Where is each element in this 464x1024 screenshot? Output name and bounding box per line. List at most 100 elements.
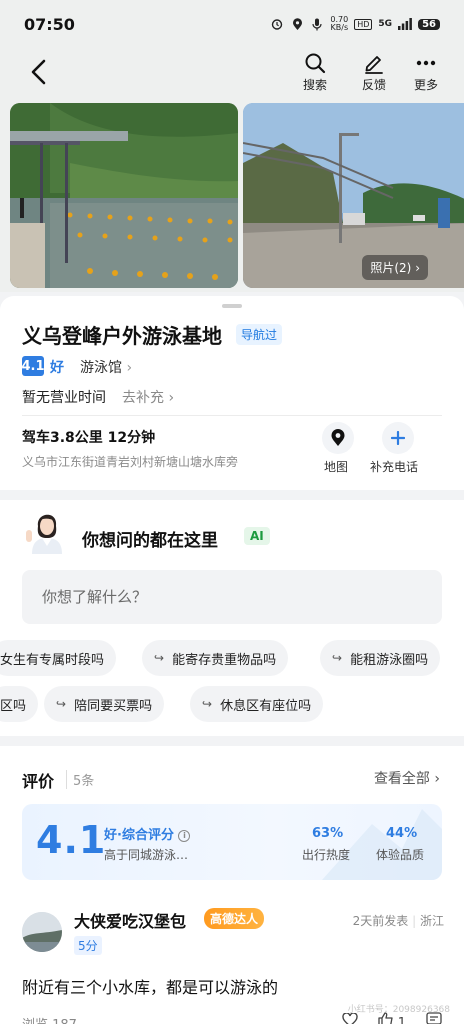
add-hours-link[interactable]: 去补充 ›: [122, 387, 174, 407]
photo-lake-swimming-area[interactable]: [10, 103, 238, 288]
chevron-right-icon: ›: [415, 261, 420, 275]
score-comparison: 高于同城游泳…: [104, 848, 189, 862]
status-icons: 0.70 KB/s HD 5G 56: [270, 16, 440, 32]
feedback-button[interactable]: 反馈: [354, 52, 394, 93]
poi-title: 义乌登峰户外游泳基地: [22, 324, 222, 348]
more-label: 更多: [413, 78, 438, 92]
view-all-reviews-link[interactable]: 查看全部 ›: [374, 768, 440, 788]
search-icon: [305, 53, 326, 74]
ai-assistant-avatar: [24, 504, 70, 554]
question-chip[interactable]: ↪ 能寄存贵重物品吗: [142, 640, 289, 676]
network-type: 5G: [378, 19, 393, 29]
question-chip-label: 区吗: [0, 698, 27, 714]
rating-badge: 4.1: [21, 356, 45, 376]
metric-travel-heat-value: 63%: [312, 826, 344, 841]
comment-icon: [426, 1012, 442, 1024]
question-chip[interactable]: ↪ 陪同要买票吗: [44, 686, 165, 722]
review-meta: 2天前发表 | 浙江: [352, 914, 444, 928]
score-summary-panel[interactable]: 4.1 好·综合评分 i 高于同城游泳… 63% 出行热度 44% 体验品质: [22, 804, 442, 880]
hd-badge: HD: [354, 18, 373, 30]
battery-indicator: 56: [418, 18, 440, 30]
chevron-right-icon: ›: [126, 360, 133, 376]
ai-qa-card: 你想问的都在这里 AI 女生有专属时段吗 ↪ 能寄存贵重物品吗 ↪ 能租游泳圈吗…: [0, 500, 464, 736]
status-bar: 07:50 0.70 KB/s HD 5G 56: [0, 0, 464, 48]
reviews-title: 评价: [22, 772, 55, 791]
map-pin-icon: [331, 429, 345, 446]
reviews-count: 5条: [66, 770, 94, 789]
question-chip[interactable]: 区吗: [0, 686, 39, 722]
question-chip-label: 休息区有座位吗: [220, 698, 312, 714]
drag-handle[interactable]: [222, 304, 242, 308]
heart-icon: [341, 1011, 358, 1024]
photo-road-lakeside[interactable]: [243, 103, 464, 288]
chevron-right-icon: ›: [168, 390, 175, 406]
question-chip[interactable]: ↪ 能租游泳圈吗: [320, 640, 441, 676]
status-time: 07:50: [24, 14, 75, 34]
rating-word: 好: [50, 360, 64, 376]
reviewer-name[interactable]: 大侠爱吃汉堡包: [74, 908, 186, 932]
drive-distance: 驾车3.8公里 12分钟: [22, 430, 156, 446]
photo-gallery: 照片(2) ›: [0, 100, 464, 292]
ai-section-title: 你想问的都在这里: [82, 531, 218, 551]
add-hours-label: 去补充: [122, 390, 164, 406]
ask-question-input[interactable]: [22, 570, 442, 624]
add-phone-button[interactable]: [382, 422, 414, 454]
plus-icon: [391, 431, 405, 445]
search-label: 搜索: [302, 78, 327, 92]
poi-info-card: 义乌登峰户外游泳基地 导航过 4.1 好 游泳馆 › 暂无营业时间 去补充 › …: [0, 296, 464, 490]
visited-tag: 导航过: [236, 324, 283, 345]
review-location: 浙江: [419, 914, 444, 928]
score-word: 好·综合评分 i: [104, 824, 191, 843]
reviewer-avatar[interactable]: [22, 912, 62, 952]
question-chip-label: 陪同要买票吗: [74, 698, 153, 714]
review-score: 5分: [74, 936, 102, 955]
like-button[interactable]: [341, 1011, 358, 1024]
edit-pen-icon: [365, 56, 383, 74]
microphone-icon: [310, 17, 324, 31]
add-phone-label: 补充电话: [370, 460, 419, 474]
chevron-right-icon: ›: [434, 771, 440, 787]
map-label: 地图: [324, 460, 349, 474]
thumbs-up-icon: [377, 1012, 393, 1024]
metric-travel-heat-label: 出行热度: [302, 848, 351, 862]
question-chip[interactable]: ↪ 休息区有座位吗: [190, 686, 324, 722]
more-dots-icon: [416, 60, 436, 66]
reply-arrow-icon: ↪: [202, 697, 213, 711]
review-actions: 1: [341, 1011, 442, 1024]
category-link[interactable]: 游泳馆 ›: [80, 357, 132, 377]
reviewer-badge: 高德达人: [204, 908, 265, 929]
question-chip-label: 女生有专属时段吗: [0, 652, 105, 668]
reviews-card: 评价 5条 查看全部 › 4.1 好·综合评分 i 高于同城游泳… 63% 出行…: [0, 746, 464, 1024]
thumbs-up-button[interactable]: 1: [377, 1012, 406, 1024]
back-arrow-icon: [31, 59, 46, 85]
view-all-label: 查看全部: [373, 771, 430, 787]
address: 义乌市江东街道青岩刘村新塘山塘水库旁: [22, 455, 239, 469]
reply-arrow-icon: ↪: [56, 697, 67, 711]
photo-count-button[interactable]: 照片(2) ›: [362, 255, 428, 280]
back-button[interactable]: [28, 58, 52, 86]
metric-experience-value: 44%: [386, 826, 418, 841]
question-chip-label: 能租游泳圈吗: [350, 652, 429, 668]
network-speed: 0.70 KB/s: [330, 15, 349, 32]
feedback-label: 反馈: [361, 78, 386, 92]
alarm-icon: [270, 17, 284, 31]
search-button[interactable]: 搜索: [295, 52, 335, 93]
map-button[interactable]: [322, 422, 354, 454]
question-chip[interactable]: 女生有专属时段吗: [0, 640, 117, 676]
reply-arrow-icon: ↪: [332, 651, 343, 665]
question-chip-label: 能寄存贵重物品吗: [172, 652, 277, 668]
overall-score: 4.1: [36, 818, 107, 862]
reply-arrow-icon: ↪: [154, 651, 165, 665]
review-text: 附近有三个小水库，都是可以游泳的: [22, 978, 279, 997]
location-icon: [290, 17, 304, 31]
info-icon: i: [178, 829, 191, 842]
more-button[interactable]: 更多: [406, 52, 446, 93]
metric-experience-label: 体验品质: [376, 848, 425, 862]
signal-icon: [398, 17, 412, 31]
review-time: 2天前发表: [352, 914, 409, 928]
review-views: 浏览 187: [22, 1014, 77, 1024]
photo-count-label: 照片(2): [370, 261, 412, 275]
business-hours: 暂无营业时间: [22, 390, 106, 406]
comment-button[interactable]: [426, 1012, 442, 1024]
category-label: 游泳馆: [80, 360, 122, 376]
